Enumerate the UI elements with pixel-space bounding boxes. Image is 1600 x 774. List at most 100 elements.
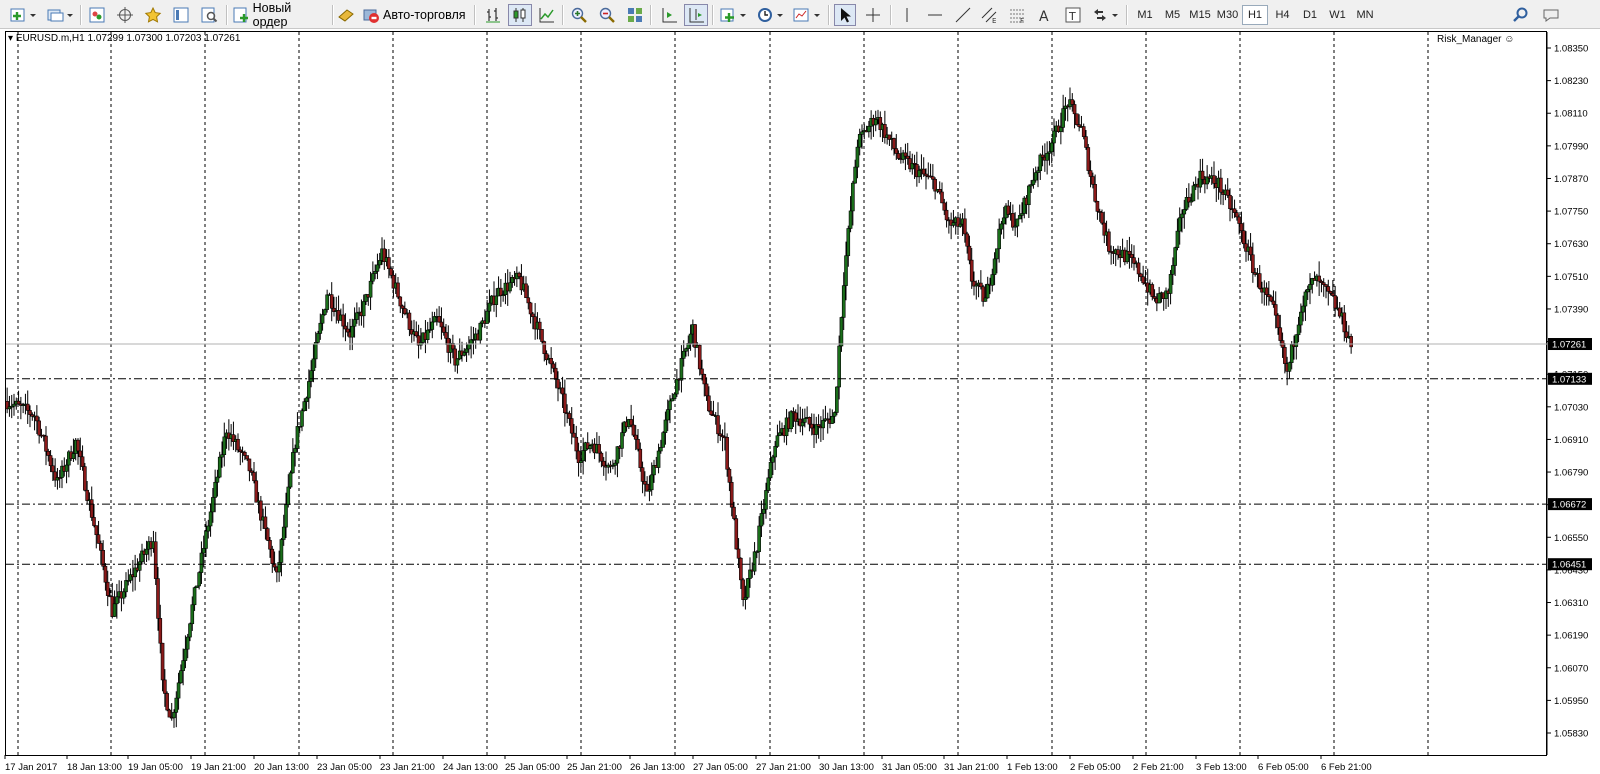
- candle-body: [1289, 344, 1294, 363]
- candle-body: [803, 418, 807, 423]
- candle-body: [569, 418, 574, 434]
- candle-body: [254, 480, 259, 503]
- candle-body: [279, 539, 284, 563]
- candle-body: [1052, 130, 1056, 144]
- candle-body: [917, 170, 921, 178]
- candle-body: [268, 540, 272, 550]
- candle-body: [455, 358, 460, 366]
- candle-body: [835, 386, 839, 413]
- candle-body: [78, 450, 83, 458]
- candle-body: [51, 465, 55, 473]
- candle-body: [601, 460, 606, 467]
- price-tick-label: 1.07750: [1554, 207, 1588, 218]
- candle-body: [537, 321, 542, 330]
- candle-body: [1257, 273, 1262, 289]
- candle-body: [1033, 172, 1038, 181]
- candle-body: [992, 258, 997, 275]
- candle-body: [377, 260, 382, 266]
- candle-body: [1326, 286, 1331, 292]
- candle-body: [46, 450, 51, 456]
- time-axis-label: 25 Jan 05:00: [505, 762, 560, 773]
- candle-body: [739, 557, 743, 581]
- candle-body: [649, 474, 654, 491]
- time-axis-label: 1 Feb 13:00: [1007, 762, 1058, 773]
- candle-body: [373, 271, 377, 274]
- candle-body: [1251, 254, 1255, 273]
- time-axis-label: 19 Jan 05:00: [128, 762, 183, 773]
- candle-body: [983, 297, 988, 302]
- candle-body: [439, 321, 444, 328]
- candle-body: [709, 410, 713, 415]
- candle-body: [990, 274, 995, 286]
- candle-body: [599, 452, 604, 462]
- candle-body: [766, 477, 771, 491]
- candle-body: [407, 312, 412, 330]
- candle-body: [873, 119, 878, 126]
- collapse-triangle-icon[interactable]: ▾: [8, 33, 13, 44]
- candle-body: [997, 228, 1001, 250]
- candle-body: [485, 310, 489, 324]
- candle-body: [668, 400, 672, 410]
- candle-body: [387, 257, 391, 270]
- candle-body: [1267, 294, 1271, 298]
- candle-body: [940, 191, 944, 204]
- candle-body: [300, 410, 304, 427]
- candle-body: [631, 424, 636, 436]
- candle-body: [80, 456, 85, 467]
- candle-body: [270, 548, 275, 564]
- candle-body: [389, 268, 393, 276]
- candle-body: [1100, 212, 1104, 224]
- candle-body: [1088, 170, 1093, 177]
- candle-body: [311, 358, 316, 371]
- candle-body: [1040, 154, 1045, 158]
- candle-body: [213, 481, 217, 498]
- candle-body: [821, 420, 825, 429]
- expert-advisor-label[interactable]: Risk_Manager ☺: [1437, 34, 1514, 45]
- candle-body: [1317, 275, 1321, 282]
- candle-body: [71, 453, 76, 459]
- candle-body: [1070, 99, 1075, 105]
- candle-body: [524, 283, 528, 299]
- candle-body: [302, 401, 307, 411]
- candle-body: [265, 528, 270, 541]
- time-axis-label: 18 Jan 13:00: [67, 762, 122, 773]
- candle-body: [620, 432, 624, 449]
- candle-body: [185, 636, 190, 650]
- candle-body: [542, 341, 547, 354]
- candle-body: [732, 506, 736, 519]
- candle-body: [96, 534, 101, 544]
- candle-body: [771, 456, 775, 463]
- candle-body: [560, 387, 565, 395]
- candle-body: [700, 368, 704, 375]
- candle-body: [206, 525, 211, 532]
- candle-body: [236, 438, 240, 451]
- time-axis-label: 19 Jan 21:00: [191, 762, 246, 773]
- candle-body: [1331, 293, 1335, 296]
- candle-body: [1200, 170, 1205, 180]
- candle-body: [855, 146, 860, 168]
- candle-body: [1308, 284, 1312, 290]
- candle-body: [894, 148, 899, 154]
- candle-body: [400, 305, 405, 309]
- candle-body: [1091, 176, 1095, 185]
- candle-body: [643, 481, 647, 485]
- candle-body: [563, 393, 567, 414]
- candle-body: [99, 543, 103, 551]
- candle-body: [1127, 250, 1132, 255]
- candle-body: [295, 426, 300, 449]
- candle-body: [1175, 230, 1180, 248]
- candle-body: [215, 476, 220, 483]
- candle-body: [375, 264, 380, 272]
- level-price-label: 1.06672: [1552, 500, 1586, 511]
- candle-body: [1241, 230, 1246, 245]
- candle-body: [190, 604, 195, 625]
- candle-body: [243, 451, 247, 456]
- candle-body: [633, 434, 638, 440]
- time-axis-label: 31 Jan 05:00: [882, 762, 937, 773]
- price-tick-label: 1.07030: [1554, 402, 1588, 413]
- candle-body: [526, 297, 531, 304]
- candle-body: [1303, 291, 1308, 307]
- candle-body: [725, 437, 729, 470]
- candle-body: [1228, 194, 1232, 210]
- candle-body: [659, 447, 663, 452]
